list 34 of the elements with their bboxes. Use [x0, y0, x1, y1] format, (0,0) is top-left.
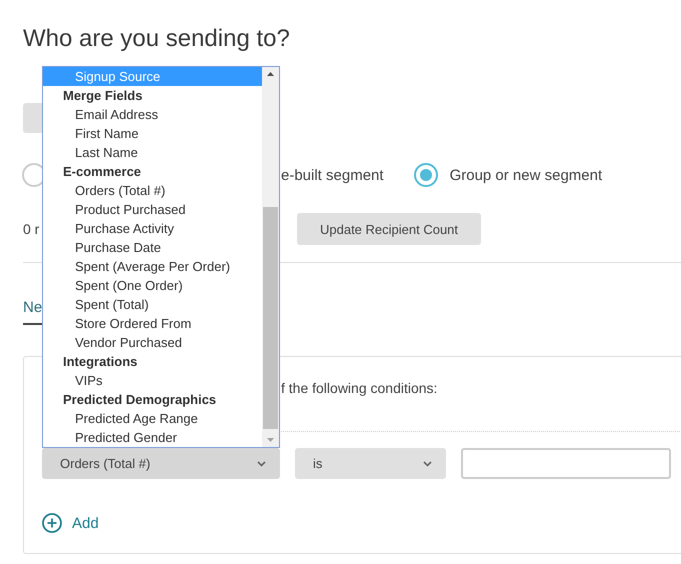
scrollbar[interactable]: [262, 67, 279, 447]
dropdown-option[interactable]: Orders (Total #): [43, 181, 262, 200]
radio-label[interactable]: e-built segment: [281, 166, 384, 184]
option-group-label: Predicted Demographics: [62, 391, 218, 409]
update-recipient-count-button[interactable]: Update Recipient Count: [297, 213, 481, 245]
plus-icon[interactable]: [42, 513, 62, 533]
recipient-count: 0 r: [23, 221, 40, 237]
dropdown-option[interactable]: VIPs: [43, 371, 262, 390]
dropdown-option[interactable]: First Name: [43, 124, 262, 143]
field-select[interactable]: Orders (Total #): [42, 448, 280, 479]
dropdown-option[interactable]: Predicted Gender: [43, 428, 262, 447]
radio-label[interactable]: Group or new segment: [450, 166, 602, 184]
dropdown-option[interactable]: Predicted Age Range: [43, 409, 262, 428]
radio-button[interactable]: [414, 163, 438, 187]
value-input-field[interactable]: [461, 448, 671, 479]
chevron-icon: [257, 460, 266, 466]
option-group-label: E-commerce: [62, 163, 142, 181]
match-text: f the following conditions:: [281, 380, 438, 398]
page-heading: Who are you sending to?: [23, 24, 291, 54]
dropdown-option[interactable]: Spent (One Order): [43, 276, 262, 295]
chevron-icon: [423, 460, 432, 466]
add-link[interactable]: Add: [72, 514, 99, 532]
dropdown-option[interactable]: Spent (Average Per Order): [43, 257, 262, 276]
dropdown-option[interactable]: Purchase Date: [43, 238, 262, 257]
dropdown-option[interactable]: Vendor Purchased: [43, 333, 262, 352]
option-group-label: Merge Fields: [62, 87, 144, 105]
dropdown-option[interactable]: Email Address: [43, 105, 262, 124]
dropdown-option[interactable]: Spent (Total): [43, 295, 262, 314]
dropdown-option[interactable]: Last Name: [43, 143, 262, 162]
option-group-label: Integrations: [62, 353, 138, 371]
dropdown-option[interactable]: Purchase Activity: [43, 219, 262, 238]
dropdown-option[interactable]: Product Purchased: [43, 200, 262, 219]
operator-select[interactable]: is: [295, 448, 446, 479]
dropdown-option[interactable]: Store Ordered From: [43, 314, 262, 333]
